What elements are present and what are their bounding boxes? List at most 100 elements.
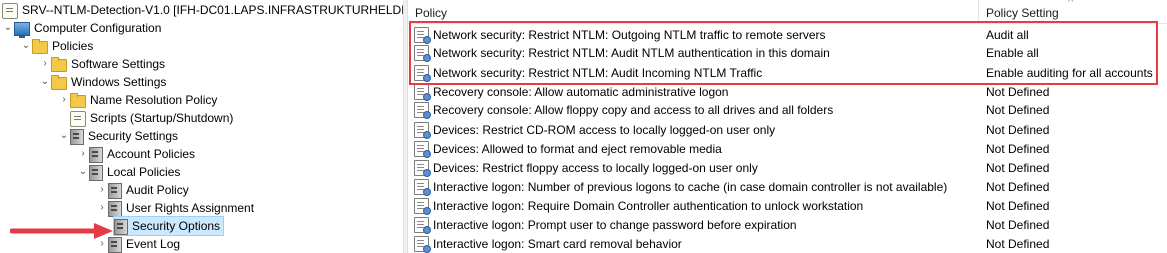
tree-item-name-resolution-policy[interactable]: › Name Resolution Policy [58, 91, 217, 109]
tree-item-label: Scripts (Startup/Shutdown) [90, 111, 234, 125]
policy-name: Recovery console: Allow automatic admini… [433, 85, 729, 99]
chevron-down-icon[interactable]: ⌄ [20, 37, 32, 55]
policy-setting: Not Defined [986, 218, 1050, 232]
tree-item-security-settings[interactable]: ⌄ Security Settings [58, 127, 178, 145]
policy-icon [414, 45, 431, 62]
table-row[interactable]: Network security: Restrict NTLM: Outgoin… [408, 26, 1167, 44]
chevron-right-icon[interactable]: › [39, 55, 51, 73]
policy-icon [414, 236, 431, 253]
chevron-right-icon[interactable]: › [58, 91, 70, 109]
policy-setting: Not Defined [986, 199, 1050, 213]
table-row[interactable]: Interactive logon: Smart card removal be… [408, 235, 1167, 253]
table-row[interactable]: Recovery console: Allow floppy copy and … [408, 101, 1167, 119]
policy-icon [414, 160, 431, 177]
policy-setting: Enable auditing for all accounts [986, 66, 1153, 80]
policy-icon [414, 27, 431, 44]
table-row[interactable]: Devices: Restrict CD-ROM access to local… [408, 121, 1167, 139]
tree-item-label: Policies [52, 39, 94, 53]
table-row[interactable]: Network security: Restrict NTLM: Audit I… [408, 64, 1167, 82]
chevron-right-icon[interactable]: › [96, 181, 108, 199]
policy-setting: Enable all [986, 46, 1039, 60]
chevron-right-icon[interactable]: › [96, 199, 108, 217]
policy-book-icon [114, 218, 128, 235]
chevron-down-icon[interactable]: ⌄ [77, 163, 89, 181]
tree-item-label: Audit Policy [126, 183, 189, 197]
list-header: Policy Policy Setting ^ [408, 0, 1167, 24]
policy-name: Recovery console: Allow floppy copy and … [433, 103, 834, 117]
folder-icon [32, 39, 48, 54]
policy-icon [414, 217, 431, 234]
policy-setting: Audit all [986, 28, 1029, 42]
tree-item-software-settings[interactable]: › Software Settings [39, 55, 165, 73]
sort-ascending-icon: ^ [1068, 0, 1074, 8]
policy-icon [414, 141, 431, 158]
computer-icon [14, 22, 30, 38]
tree-item-label: Windows Settings [71, 75, 167, 89]
policy-book-icon [108, 182, 122, 199]
policy-name: Devices: Allowed to format and eject rem… [433, 142, 722, 156]
policy-book-icon [89, 146, 103, 163]
tree-item-user-rights-assignment[interactable]: › User Rights Assignment [96, 199, 254, 217]
tree-item-scripts[interactable]: Scripts (Startup/Shutdown) [70, 109, 233, 127]
chevron-down-icon[interactable]: ⌄ [39, 73, 51, 91]
policy-book-icon [89, 164, 103, 181]
scripts-icon [70, 110, 86, 127]
column-header-policy[interactable]: Policy [408, 0, 978, 23]
security-settings-icon [70, 128, 84, 145]
folder-icon [51, 57, 67, 72]
tree-item-label: Name Resolution Policy [90, 93, 218, 107]
policy-icon [414, 102, 431, 119]
policy-name: Interactive logon: Smart card removal be… [433, 237, 682, 251]
policy-setting: Not Defined [986, 123, 1050, 137]
policy-setting: Not Defined [986, 161, 1050, 175]
tree-item-audit-policy[interactable]: › Audit Policy [96, 181, 189, 199]
console-tree: SRV--NTLM-Detection-V1.0 [IFH-DC01.LAPS.… [0, 0, 403, 253]
policy-setting: Not Defined [986, 103, 1050, 117]
policy-list: Policy Policy Setting ^ Network security… [408, 0, 1167, 253]
policy-setting: Not Defined [986, 180, 1050, 194]
tree-item-account-policies[interactable]: › Account Policies [77, 145, 195, 163]
chevron-down-icon[interactable]: ⌄ [2, 19, 14, 37]
tree-item-label: User Rights Assignment [126, 201, 255, 215]
policy-book-icon [108, 200, 122, 217]
table-row[interactable]: Devices: Allowed to format and eject rem… [408, 140, 1167, 158]
tree-item-computer-configuration[interactable]: ⌄ Computer Configuration [2, 19, 162, 38]
policy-icon [414, 122, 431, 139]
policy-setting: Not Defined [986, 142, 1050, 156]
tree-item-security-options[interactable]: Security Options [112, 216, 225, 236]
chevron-right-icon[interactable]: › [77, 145, 89, 163]
tree-item-label: Local Policies [107, 165, 181, 179]
tree-item-label: Event Log [126, 237, 181, 251]
policy-icon [414, 84, 431, 101]
folder-icon [51, 75, 67, 90]
policy-name: Devices: Restrict floppy access to local… [433, 161, 758, 175]
tree-item-label: Software Settings [71, 57, 166, 71]
tree-item-gpo-root[interactable]: SRV--NTLM-Detection-V1.0 [IFH-DC01.LAPS.… [2, 1, 403, 19]
tree-item-label: Security Options [132, 219, 221, 233]
table-row[interactable]: Network security: Restrict NTLM: Audit N… [408, 44, 1167, 62]
tree-item-policies[interactable]: ⌄ Policies [20, 37, 93, 55]
table-row[interactable]: Recovery console: Allow automatic admini… [408, 83, 1167, 101]
policy-name: Network security: Restrict NTLM: Outgoin… [433, 28, 826, 42]
tree-item-label: Security Settings [88, 129, 179, 143]
tree-item-label: Computer Configuration [34, 21, 162, 35]
policy-name: Network security: Restrict NTLM: Audit I… [433, 66, 763, 80]
tree-item-local-policies[interactable]: ⌄ Local Policies [77, 163, 180, 181]
table-row[interactable]: Interactive logon: Prompt user to change… [408, 216, 1167, 234]
tree-item-windows-settings[interactable]: ⌄ Windows Settings [39, 73, 166, 91]
policy-name: Interactive logon: Require Domain Contro… [433, 199, 864, 213]
chevron-down-icon[interactable]: ⌄ [58, 127, 70, 145]
tree-item-label: SRV--NTLM-Detection-V1.0 [IFH-DC01.LAPS.… [22, 3, 403, 17]
folder-icon [70, 93, 86, 108]
policy-icon [414, 198, 431, 215]
table-row[interactable]: Devices: Restrict floppy access to local… [408, 159, 1167, 177]
table-row[interactable]: Interactive logon: Number of previous lo… [408, 178, 1167, 196]
red-arrow-annotation [10, 223, 113, 239]
policy-setting: Not Defined [986, 85, 1050, 99]
table-row[interactable]: Interactive logon: Require Domain Contro… [408, 197, 1167, 215]
policy-name: Network security: Restrict NTLM: Audit N… [433, 46, 830, 60]
policy-icon [414, 179, 431, 196]
policy-name: Interactive logon: Number of previous lo… [433, 180, 948, 194]
policy-icon [414, 65, 431, 82]
policy-name: Devices: Restrict CD-ROM access to local… [433, 123, 776, 137]
